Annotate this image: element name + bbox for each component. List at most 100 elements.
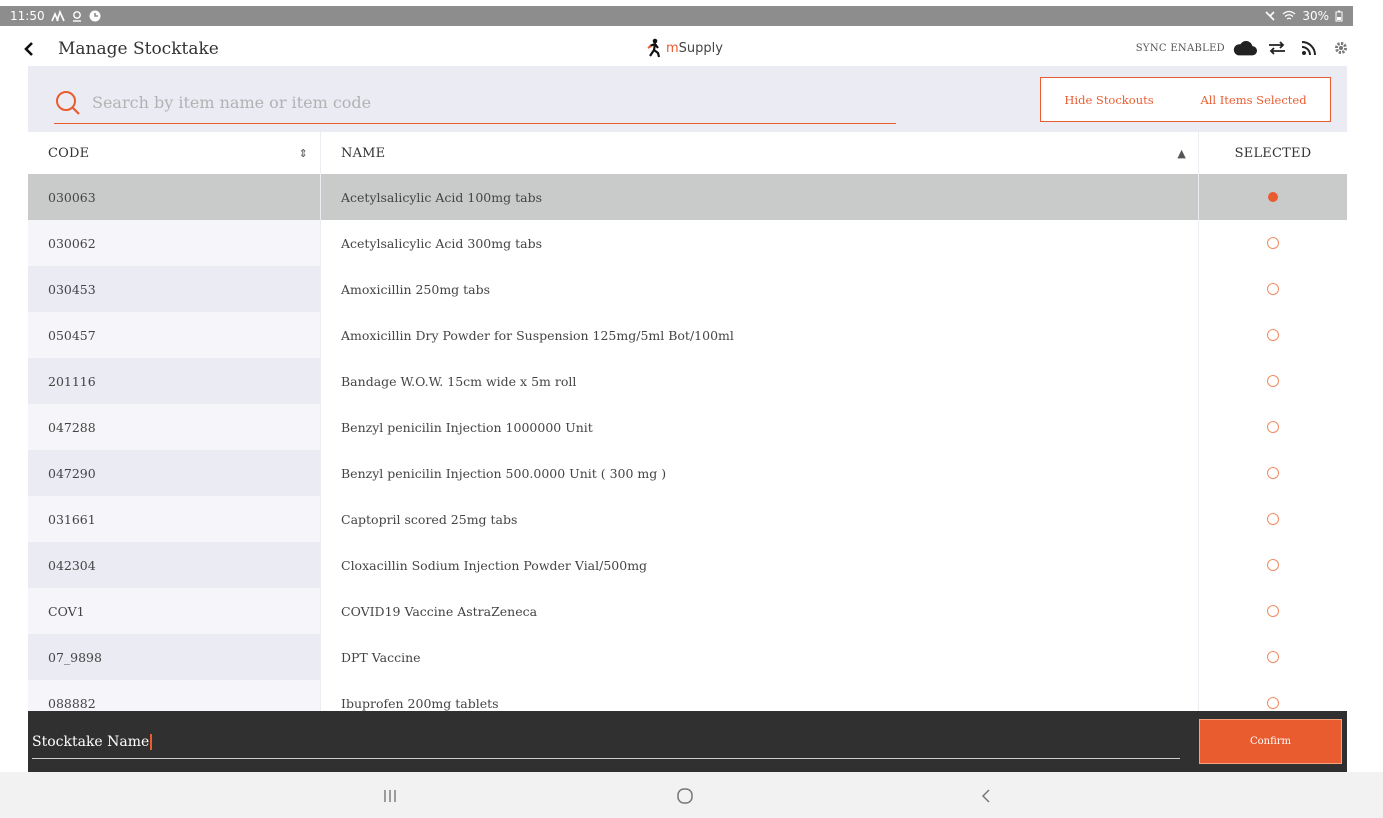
table-row[interactable]: 030453 Amoxicillin 250mg tabs <box>28 266 1347 312</box>
radio-unselected[interactable] <box>1267 329 1279 341</box>
search-input[interactable] <box>92 93 872 112</box>
radio-unselected[interactable] <box>1267 651 1279 663</box>
table-row[interactable]: 047290 Benzyl penicilin Injection 500.00… <box>28 450 1347 496</box>
search-field <box>54 82 896 124</box>
battery-icon <box>1335 10 1343 22</box>
back-button[interactable] <box>14 34 44 64</box>
status-right: 30% <box>1264 9 1343 23</box>
hide-stockouts-button[interactable]: Hide Stockouts <box>1064 93 1153 107</box>
radio-unselected[interactable] <box>1267 283 1279 295</box>
column-header-code[interactable]: CODE ⇕ <box>28 132 321 174</box>
msupply-logo: mSupply <box>646 38 723 58</box>
table-row[interactable]: 030063 Acetylsalicylic Acid 100mg tabs <box>28 174 1347 220</box>
cell-name: DPT Vaccine <box>321 634 1199 680</box>
sort-ascending-icon: ▲ <box>1177 146 1186 160</box>
recent-apps-button[interactable] <box>370 784 410 808</box>
home-button[interactable] <box>665 784 705 808</box>
table-header: CODE ⇕ NAME ▲ SELECTED <box>28 132 1347 174</box>
cell-selected <box>1199 174 1347 220</box>
battery-level: 30% <box>1302 9 1329 23</box>
cell-name: Ibuprofen 200mg tablets <box>321 680 1199 711</box>
table-row[interactable]: COV1 COVID19 Vaccine AstraZeneca <box>28 588 1347 634</box>
cell-selected <box>1199 220 1347 266</box>
status-strip: 11:50 30% <box>0 6 1353 26</box>
cell-name: Benzyl penicilin Injection 1000000 Unit <box>321 404 1199 450</box>
radio-unselected[interactable] <box>1267 375 1279 387</box>
cell-code: 030453 <box>28 266 321 312</box>
table-row[interactable]: 031661 Captopril scored 25mg tabs <box>28 496 1347 542</box>
search-icon <box>56 90 80 115</box>
cell-name: COVID19 Vaccine AstraZeneca <box>321 588 1199 634</box>
cell-code: 050457 <box>28 312 321 358</box>
cell-name: Cloxacillin Sodium Injection Powder Vial… <box>321 542 1199 588</box>
column-header-selected-label: SELECTED <box>1234 145 1312 161</box>
column-header-name-label: NAME <box>341 145 386 161</box>
cell-name: Captopril scored 25mg tabs <box>321 496 1199 542</box>
radio-unselected[interactable] <box>1267 697 1279 709</box>
table-row[interactable]: 030062 Acetylsalicylic Acid 300mg tabs <box>28 220 1347 266</box>
gear-icon[interactable] <box>1329 36 1353 60</box>
app-header: Manage Stocktake mSupply SYNC ENABLED <box>14 32 1353 66</box>
cloud-icon[interactable] <box>1233 36 1257 60</box>
status-time: 11:50 <box>10 9 45 23</box>
table-row[interactable]: 042304 Cloxacillin Sodium Injection Powd… <box>28 542 1347 588</box>
sort-icon: ⇕ <box>298 146 308 160</box>
recent-apps-icon <box>384 790 396 802</box>
signal-icon <box>50 10 65 22</box>
cell-code: 07_9898 <box>28 634 321 680</box>
cell-code: 042304 <box>28 542 321 588</box>
text-cursor <box>150 733 152 750</box>
table-row[interactable]: 050457 Amoxicillin Dry Powder for Suspen… <box>28 312 1347 358</box>
header-actions: SYNC ENABLED <box>1136 36 1353 60</box>
cell-code: 047290 <box>28 450 321 496</box>
status-left: 11:50 <box>10 9 101 23</box>
cell-code: 201116 <box>28 358 321 404</box>
cell-name: Benzyl penicilin Injection 500.0000 Unit… <box>321 450 1199 496</box>
app-icon <box>89 10 101 22</box>
back-icon <box>981 789 990 803</box>
column-header-name[interactable]: NAME ▲ <box>321 132 1199 174</box>
radio-unselected[interactable] <box>1267 559 1279 571</box>
column-header-code-label: CODE <box>48 145 90 161</box>
cell-selected <box>1199 404 1347 450</box>
table-row[interactable]: 07_9898 DPT Vaccine <box>28 634 1347 680</box>
stocktake-name-input[interactable]: Stocktake Name <box>32 734 149 750</box>
cell-name: Amoxicillin 250mg tabs <box>321 266 1199 312</box>
table-row[interactable]: 088882 Ibuprofen 200mg tablets <box>28 680 1347 711</box>
table-body: 030063 Acetylsalicylic Acid 100mg tabs 0… <box>28 174 1347 711</box>
cell-name: Bandage W.O.W. 15cm wide x 5m roll <box>321 358 1199 404</box>
radio-selected[interactable] <box>1268 192 1278 202</box>
radio-unselected[interactable] <box>1267 421 1279 433</box>
radio-unselected[interactable] <box>1267 237 1279 249</box>
rss-icon[interactable] <box>1297 36 1321 60</box>
column-header-selected[interactable]: SELECTED <box>1199 132 1347 174</box>
radio-unselected[interactable] <box>1267 467 1279 479</box>
sync-arrows-icon[interactable] <box>1265 36 1289 60</box>
cell-selected <box>1199 634 1347 680</box>
cell-name: Acetylsalicylic Acid 100mg tabs <box>321 174 1199 220</box>
confirm-button[interactable]: Confirm <box>1199 719 1342 764</box>
home-icon <box>677 788 693 804</box>
all-items-selected-button[interactable]: All Items Selected <box>1200 93 1306 107</box>
cell-selected <box>1199 496 1347 542</box>
status-bar: 11:50 30% <box>0 0 1383 32</box>
cell-name: Amoxicillin Dry Powder for Suspension 12… <box>321 312 1199 358</box>
table-row[interactable]: 201116 Bandage W.O.W. 15cm wide x 5m rol… <box>28 358 1347 404</box>
cell-selected <box>1199 312 1347 358</box>
cell-code: 030063 <box>28 174 321 220</box>
runner-icon <box>647 38 661 58</box>
table-row[interactable]: 047288 Benzyl penicilin Injection 100000… <box>28 404 1347 450</box>
cell-code: 088882 <box>28 680 321 711</box>
cell-selected <box>1199 358 1347 404</box>
items-table: CODE ⇕ NAME ▲ SELECTED 030063 Acetylsali… <box>28 132 1347 711</box>
radio-unselected[interactable] <box>1267 605 1279 617</box>
logo-prefix: m <box>666 40 679 56</box>
cell-selected <box>1199 542 1347 588</box>
radio-unselected[interactable] <box>1267 513 1279 525</box>
wifi-icon <box>1282 10 1296 20</box>
page-title: Manage Stocktake <box>58 39 219 59</box>
back-nav-button[interactable] <box>966 784 1006 808</box>
search-band: Hide Stockouts All Items Selected <box>28 66 1347 132</box>
stocktake-name-field[interactable]: Stocktake Name <box>32 725 1180 759</box>
cell-code: 047288 <box>28 404 321 450</box>
